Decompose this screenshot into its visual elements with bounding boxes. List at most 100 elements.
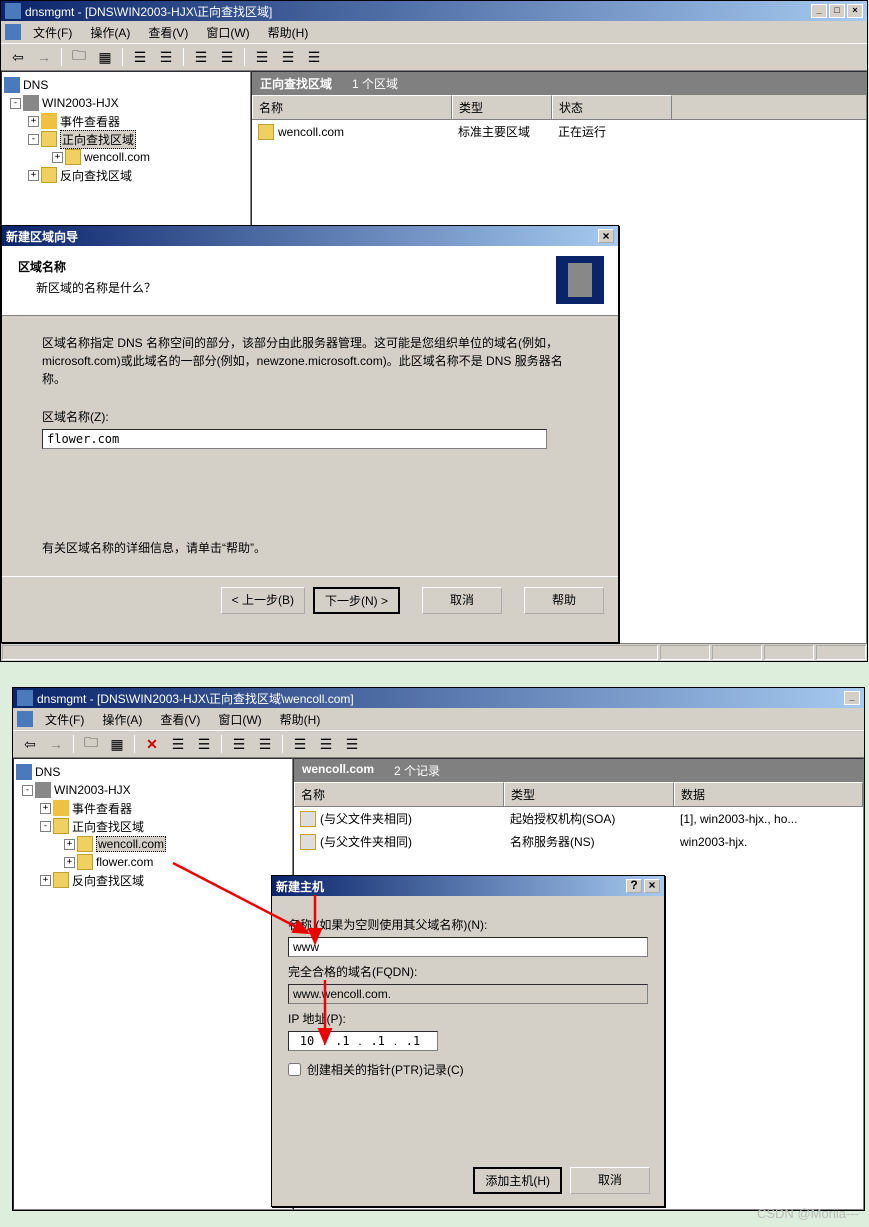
zone-icon xyxy=(65,149,81,165)
expander[interactable]: - xyxy=(22,785,33,796)
back-button[interactable]: ⇦ xyxy=(19,733,41,755)
zone-name-input[interactable] xyxy=(42,429,547,449)
menu-file[interactable]: 文件(F) xyxy=(37,709,92,730)
toolbar-extra-3[interactable]: ☰ xyxy=(303,46,325,68)
tree-dns-root[interactable]: DNS xyxy=(35,765,60,779)
expander[interactable]: + xyxy=(40,803,51,814)
expander[interactable]: + xyxy=(52,152,63,163)
list-header: wencoll.com 2 个记录 xyxy=(294,759,863,782)
export-button[interactable]: ☰ xyxy=(228,733,250,755)
refresh-button[interactable]: ☰ xyxy=(193,733,215,755)
list-row[interactable]: (与父文件夹相同) 名称服务器(NS) win2003-hjx. xyxy=(294,830,863,853)
prev-button[interactable]: < 上一步(B) xyxy=(221,587,305,614)
tree-eventviewer[interactable]: 事件查看器 xyxy=(72,800,132,817)
forward-button[interactable]: → xyxy=(45,733,67,755)
menu-file[interactable]: 文件(F) xyxy=(25,22,80,43)
wizard-titlebar[interactable]: 新建区域向导 × xyxy=(2,226,618,246)
cancel-button[interactable]: 取消 xyxy=(422,587,502,614)
help-button[interactable]: ☰ xyxy=(254,733,276,755)
menu-view[interactable]: 查看(V) xyxy=(152,709,208,730)
help-button[interactable]: ☰ xyxy=(216,46,238,68)
tree-eventviewer[interactable]: 事件查看器 xyxy=(60,113,120,130)
tree-zone-wencoll[interactable]: wencoll.com xyxy=(96,836,166,852)
col-name[interactable]: 名称 xyxy=(252,95,452,119)
menu-help[interactable]: 帮助(H) xyxy=(272,709,329,730)
tree-pane[interactable]: DNS - WIN2003-HJX + 事件查看器 - 正向查找区域 + wencoll… xyxy=(13,758,293,1210)
folder-icon xyxy=(41,131,57,147)
close-icon[interactable]: × xyxy=(644,879,660,893)
toolbar-extra-1[interactable]: ☰ xyxy=(289,733,311,755)
close-icon[interactable]: × xyxy=(598,229,614,243)
titlebar[interactable]: dnsmgmt - [DNS\WIN2003-HJX\正向查找区域] _ □ × xyxy=(1,1,867,21)
show-tree-button[interactable]: ▦ xyxy=(94,46,116,68)
ip-octet-3[interactable]: .1 xyxy=(362,1034,394,1048)
menu-action[interactable]: 操作(A) xyxy=(82,22,138,43)
ip-octet-4[interactable]: .1 xyxy=(397,1034,429,1048)
expander[interactable]: - xyxy=(10,98,21,109)
tree-server[interactable]: WIN2003-HJX xyxy=(42,96,119,110)
refresh-button[interactable]: ☰ xyxy=(155,46,177,68)
col-type[interactable]: 类型 xyxy=(504,782,674,806)
show-tree-button[interactable]: ▦ xyxy=(106,733,128,755)
tree-revzone[interactable]: 反向查找区域 xyxy=(72,872,144,889)
dns-root-icon xyxy=(4,77,20,93)
contexthelp-icon[interactable]: ? xyxy=(626,879,642,893)
eventviewer-icon xyxy=(53,800,69,816)
cancel-button[interactable]: 取消 xyxy=(570,1167,650,1194)
menu-window[interactable]: 窗口(W) xyxy=(210,709,269,730)
expander[interactable]: + xyxy=(40,875,51,886)
tree-zone-wencoll[interactable]: wencoll.com xyxy=(84,150,150,164)
next-button[interactable]: 下一步(N) > xyxy=(313,587,400,614)
ptr-checkbox[interactable] xyxy=(288,1063,301,1076)
titlebar[interactable]: dnsmgmt - [DNS\WIN2003-HJX\正向查找区域\wencol… xyxy=(13,688,864,708)
list-row[interactable]: (与父文件夹相同) 起始授权机构(SOA) [1], win2003-hjx.,… xyxy=(294,807,863,830)
tree-fwdzone[interactable]: 正向查找区域 xyxy=(72,818,144,835)
properties-button[interactable]: ☰ xyxy=(129,46,151,68)
toolbar-extra-2[interactable]: ☰ xyxy=(277,46,299,68)
up-button[interactable]: 🗀 xyxy=(68,46,90,68)
ip-octet-2[interactable]: .1 xyxy=(326,1034,358,1048)
tree-revzone[interactable]: 反向查找区域 xyxy=(60,167,132,184)
col-type[interactable]: 类型 xyxy=(452,95,552,119)
expander[interactable]: - xyxy=(40,821,51,832)
properties-button[interactable]: ☰ xyxy=(167,733,189,755)
up-button[interactable]: 🗀 xyxy=(80,733,102,755)
col-status[interactable]: 状态 xyxy=(552,95,672,119)
fqdn-display xyxy=(288,984,648,1004)
close-button[interactable]: × xyxy=(847,4,863,18)
expander[interactable]: + xyxy=(64,839,75,850)
minimize-button[interactable]: _ xyxy=(811,4,827,18)
toolbar-extra-3[interactable]: ☰ xyxy=(341,733,363,755)
tree-zone-flower[interactable]: flower.com xyxy=(96,855,153,869)
host-name-input[interactable] xyxy=(288,937,648,957)
dialog-titlebar[interactable]: 新建主机 ? × xyxy=(272,876,664,896)
menu-view[interactable]: 查看(V) xyxy=(140,22,196,43)
help-button[interactable]: 帮助 xyxy=(524,587,604,614)
toolbar-extra-1[interactable]: ☰ xyxy=(251,46,273,68)
minimize-button[interactable]: _ xyxy=(844,691,860,705)
export-button[interactable]: ☰ xyxy=(190,46,212,68)
maximize-button[interactable]: □ xyxy=(829,4,845,18)
tree-fwdzone[interactable]: 正向查找区域 xyxy=(60,130,136,149)
expander[interactable]: + xyxy=(64,857,75,868)
expander[interactable]: + xyxy=(28,116,39,127)
tree-server[interactable]: WIN2003-HJX xyxy=(54,783,131,797)
forward-button[interactable]: → xyxy=(33,46,55,68)
list-row[interactable]: wencoll.com 标准主要区域 正在运行 xyxy=(252,120,866,143)
menu-action[interactable]: 操作(A) xyxy=(94,709,150,730)
wizard-buttons: < 上一步(B) 下一步(N) > 取消 帮助 xyxy=(2,576,618,624)
expander[interactable]: + xyxy=(28,170,39,181)
delete-button[interactable]: ✕ xyxy=(141,733,163,755)
ip-octet-1[interactable]: 10 xyxy=(291,1034,323,1048)
tree-dns-root[interactable]: DNS xyxy=(23,78,48,92)
back-button[interactable]: ⇦ xyxy=(7,46,29,68)
toolbar-extra-2[interactable]: ☰ xyxy=(315,733,337,755)
dns-root-icon xyxy=(16,764,32,780)
col-name[interactable]: 名称 xyxy=(294,782,504,806)
expander[interactable]: - xyxy=(28,134,39,145)
add-host-button[interactable]: 添加主机(H) xyxy=(473,1167,562,1194)
menu-help[interactable]: 帮助(H) xyxy=(260,22,317,43)
menu-window[interactable]: 窗口(W) xyxy=(198,22,257,43)
ip-address-input[interactable]: 10. .1. .1. .1 xyxy=(288,1031,438,1051)
col-data[interactable]: 数据 xyxy=(674,782,863,806)
